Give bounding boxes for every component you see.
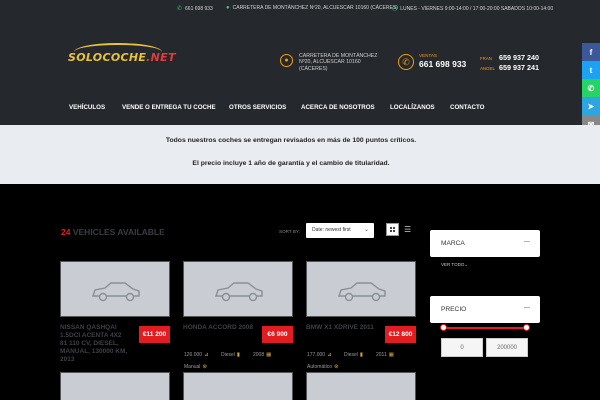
spec-km: 126.000 ⊿ xyxy=(184,352,209,358)
vehicle-title[interactable]: HONDA ACCORD 2008 xyxy=(183,324,253,332)
nav-item-contacto[interactable]: CONTACTO xyxy=(450,104,485,111)
topbar-hours-text: LUNES - VIERNES 9:00-14:00 / 17:00-20:00… xyxy=(400,5,554,12)
vehicle-card[interactable]: BMW X1 XDRIVE 2011 €12 800 xyxy=(306,261,416,343)
info-banner: Todos nuestros coches se entregan revisa… xyxy=(0,125,600,184)
topbar-address: ● CARRETERA DE MONTÁNCHEZ Nº20, ALCUESCA… xyxy=(226,5,398,11)
car-placeholder-icon xyxy=(215,282,263,302)
spec-transmission: Automático ⊗ xyxy=(307,364,339,370)
telegram-icon[interactable]: ➤ xyxy=(582,97,600,115)
contact-fran[interactable]: FRAN 659 937 240 xyxy=(480,53,539,63)
topbar-hours: ◷ LUNES - VIERNES 9:00-14:00 / 17:00-20:… xyxy=(392,5,554,13)
contact-angel[interactable]: ANGEL 659 937 241 xyxy=(480,63,539,73)
vehicle-title[interactable]: BMW X1 XDRIVE 2011 xyxy=(306,324,376,332)
header: SOLOCOCHE.NET ● CARRETERA DE MONTÁNCHEZ … xyxy=(0,17,600,92)
see-all-link[interactable]: VER TODO⌄ xyxy=(441,262,468,268)
chevron-down-icon: ⌄ xyxy=(464,262,469,267)
vehicle-card[interactable] xyxy=(183,372,293,400)
header-address: ● CARRETERA DE MONTÁNCHEZ Nº20, ALCUESCA… xyxy=(280,53,389,72)
logo-text: SOLOCOCHE.NET xyxy=(68,51,176,64)
spec-km: 177.000 ⊿ xyxy=(307,352,332,358)
vehicle-price: €12 800 xyxy=(385,326,416,343)
page: ✆ 661 698 933 ● CARRETERA DE MONTÁNCHEZ … xyxy=(0,0,600,400)
vehicle-card[interactable]: NISSAN QASHQAI 1.5DCI ACENTA 4X2 81 110 … xyxy=(60,261,170,363)
collapse-icon: — xyxy=(524,305,530,311)
spec-fuel: Diesel ▮ xyxy=(344,352,363,358)
gearbox-icon: ⊗ xyxy=(202,364,208,370)
fuel-icon: ▮ xyxy=(359,352,363,358)
spec-year: 2008 ▦ xyxy=(253,352,272,358)
nav-item-acerca[interactable]: ACERCA DE NOSOTROS xyxy=(301,104,375,111)
spec-year: 2011 ▦ xyxy=(376,352,394,358)
clock-icon: ◷ xyxy=(392,6,398,12)
sort-select[interactable]: Date: newest first ⌄ xyxy=(306,223,374,238)
vehicle-image[interactable] xyxy=(306,261,416,317)
sales-label: VENTAS xyxy=(419,53,438,58)
location-pin-icon: ● xyxy=(280,54,293,67)
vehicle-card[interactable] xyxy=(60,372,170,400)
nav-item-otros-servicios[interactable]: OTROS SERVICIOS xyxy=(229,104,286,111)
top-bar: ✆ 661 698 933 ● CARRETERA DE MONTÁNCHEZ … xyxy=(0,0,600,17)
location-pin-icon: ● xyxy=(226,5,230,11)
main-nav: VEHÍCULOS VENDE O ENTREGA TU COCHE OTROS… xyxy=(0,92,600,125)
nav-item-vehiculos[interactable]: VEHÍCULOS xyxy=(69,104,105,111)
gearbox-icon: ⊗ xyxy=(334,364,339,370)
vehicle-price: €6 900 xyxy=(262,326,293,343)
phone-icon: ✆ xyxy=(398,54,414,70)
price-min-handle[interactable] xyxy=(440,324,447,331)
calendar-icon: ▦ xyxy=(388,352,394,358)
vehicle-price: €11 200 xyxy=(139,326,170,343)
vehicle-image[interactable] xyxy=(183,261,293,317)
nav-item-vende[interactable]: VENDE O ENTREGA TU COCHE xyxy=(122,104,216,111)
banner-line-2: El precio incluye 1 año de garantía y el… xyxy=(192,160,390,167)
facebook-icon[interactable]: f xyxy=(582,43,600,61)
topbar-address-text: CARRETERA DE MONTÁNCHEZ Nº20, ALCUESCAR … xyxy=(232,5,398,11)
road-icon: ⊿ xyxy=(204,352,209,358)
list-view-icon[interactable]: ☰ xyxy=(404,225,411,234)
twitter-icon[interactable]: t xyxy=(582,61,600,79)
vehicle-card[interactable]: HONDA ACCORD 2008 €6 900 xyxy=(183,261,293,343)
chevron-down-icon: ⌄ xyxy=(363,227,369,233)
brand-filter-header[interactable]: MARCA — xyxy=(430,230,540,257)
banner-line-1: Todos nuestros coches se entregan revisa… xyxy=(165,137,417,144)
vehicle-count: 24 VEHICLES AVAILABLE xyxy=(61,227,165,237)
price-filter-header[interactable]: PRECIO — xyxy=(430,296,540,323)
collapse-icon: — xyxy=(524,239,530,245)
vehicle-card[interactable] xyxy=(306,372,416,400)
logo[interactable]: SOLOCOCHE.NET xyxy=(66,43,175,75)
topbar-phone-text: 661 698 933 xyxy=(185,5,213,12)
topbar-phone[interactable]: ✆ 661 698 933 xyxy=(177,5,213,13)
spec-fuel: Diesel ▮ xyxy=(221,352,240,358)
header-address-text: CARRETERA DE MONTÁNCHEZ Nº20, ALCUESCAR … xyxy=(299,53,378,72)
nav-item-localizanos[interactable]: LOCALÍZANOS xyxy=(390,104,435,111)
calendar-icon: ▦ xyxy=(266,352,272,358)
vehicle-image[interactable] xyxy=(60,261,170,317)
price-min-input[interactable]: 0 xyxy=(441,338,483,357)
price-range-slider[interactable] xyxy=(440,324,530,331)
road-icon: ⊿ xyxy=(327,352,332,358)
phone-icon: ✆ xyxy=(177,6,183,12)
price-max-input[interactable]: 200000 xyxy=(486,338,528,357)
header-sales-phone[interactable]: ✆ VENTAS 661 698 933 xyxy=(398,53,466,70)
spec-transmission: Manual ⊗ xyxy=(184,364,208,370)
whatsapp-icon[interactable]: ✆ xyxy=(582,79,600,97)
car-placeholder-icon xyxy=(338,282,386,302)
sales-phone-number: 661 698 933 xyxy=(419,59,467,69)
car-placeholder-icon xyxy=(92,282,140,302)
price-max-handle[interactable] xyxy=(523,324,530,331)
header-contacts: FRAN 659 937 240 ANGEL 659 937 241 xyxy=(480,53,539,73)
grid-view-icon[interactable] xyxy=(386,223,399,236)
sort-by-label: SORT BY: xyxy=(279,229,301,234)
fuel-icon: ▮ xyxy=(236,352,240,358)
vehicle-title[interactable]: NISSAN QASHQAI 1.5DCI ACENTA 4X2 81 110 … xyxy=(60,324,130,364)
